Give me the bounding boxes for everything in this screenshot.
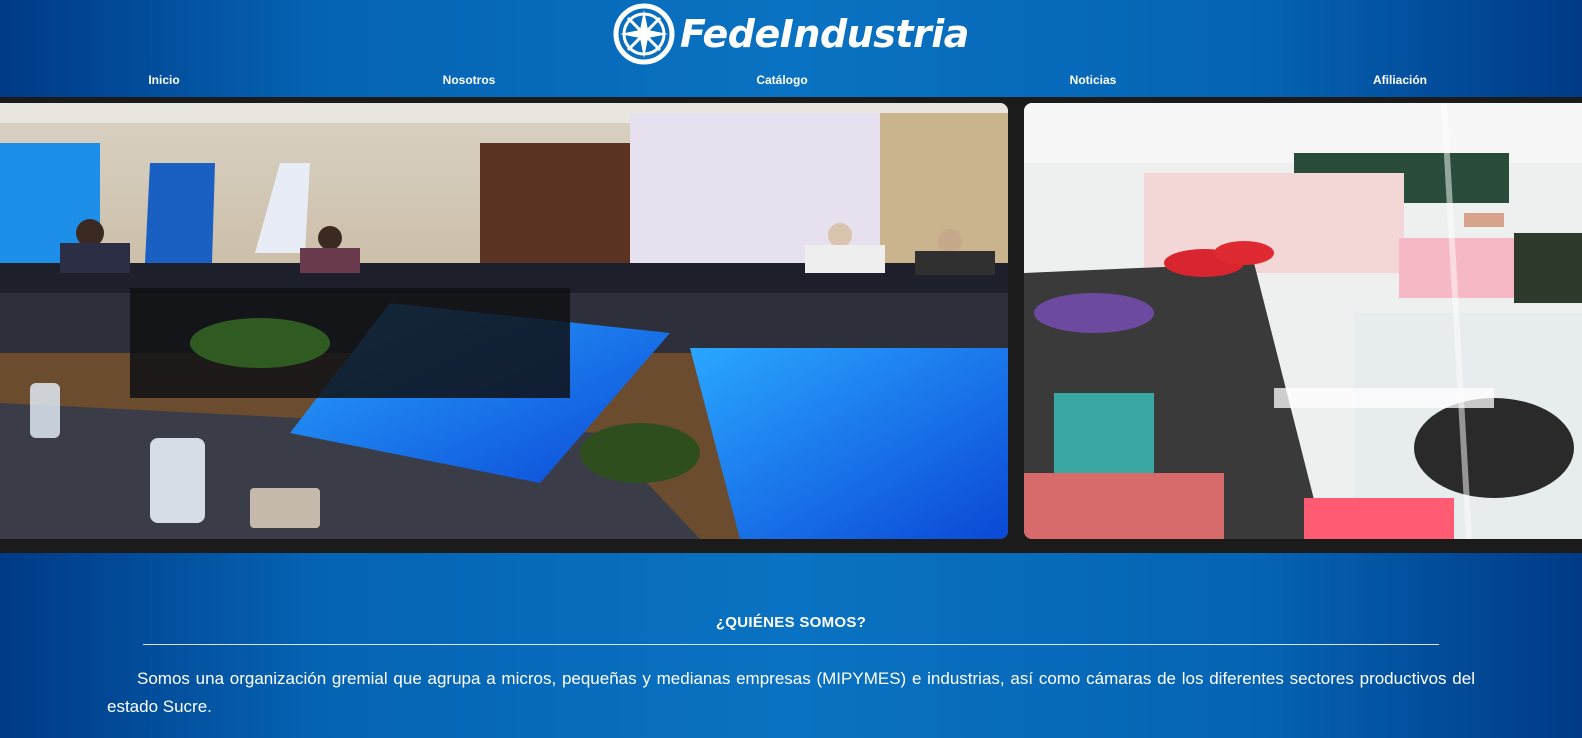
forum-meeting-photo[interactable] bbox=[0, 103, 1008, 539]
brand-name: FedeIndustria bbox=[680, 12, 969, 56]
site-header: FedeIndustria Inicio Nosotros Catálogo N… bbox=[0, 0, 1582, 97]
nav-item-nosotros[interactable]: Nosotros bbox=[443, 73, 496, 87]
nav-item-afiliacion[interactable]: Afiliación bbox=[1373, 73, 1427, 87]
photo-icon bbox=[0, 103, 1008, 539]
about-section: ¿QUIÉNES SOMOS? Somos una organización g… bbox=[0, 553, 1582, 738]
main-nav: Inicio Nosotros Catálogo Noticias Afilia… bbox=[0, 73, 1582, 91]
nav-item-inicio[interactable]: Inicio bbox=[148, 73, 179, 87]
about-description: Somos una organización gremial que agrup… bbox=[107, 669, 1475, 716]
about-divider bbox=[143, 644, 1439, 645]
brand-logo[interactable]: FedeIndustria bbox=[612, 0, 972, 68]
compass-rose-logo-icon bbox=[613, 3, 675, 65]
workshop-meeting-photo[interactable] bbox=[1024, 103, 1582, 539]
photo-carousel[interactable] bbox=[0, 97, 1582, 553]
nav-item-catalogo[interactable]: Catálogo bbox=[756, 73, 807, 87]
nav-item-noticias[interactable]: Noticias bbox=[1070, 73, 1117, 87]
photo-icon bbox=[1024, 103, 1582, 539]
about-title: ¿QUIÉNES SOMOS? bbox=[715, 614, 867, 631]
